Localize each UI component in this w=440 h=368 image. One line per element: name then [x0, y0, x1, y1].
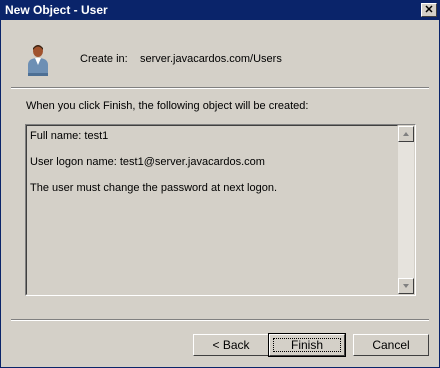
summary-box[interactable]: Full name: test1 User logon name: test1@… [25, 124, 416, 296]
create-in-label: Create in: [80, 53, 128, 65]
create-in-path: server.javacardos.com/Users [140, 53, 282, 65]
scroll-down-button[interactable] [398, 278, 414, 294]
bottom-separator [11, 319, 429, 321]
finish-button[interactable]: Finish [268, 333, 346, 357]
summary-text-area[interactable]: Full name: test1 User logon name: test1@… [26, 125, 398, 295]
arrow-down-icon [403, 284, 409, 288]
summary-password-note: The user must change the password at nex… [30, 182, 278, 194]
arrow-up-icon [403, 132, 409, 136]
top-separator [11, 87, 429, 89]
dialog-title: New Object - User [5, 3, 108, 17]
user-icon [28, 45, 48, 76]
back-button[interactable]: < Back [193, 334, 269, 356]
summary-logon-name: User logon name: test1@server.javacardos… [30, 156, 265, 168]
close-button[interactable]: ✕ [421, 3, 437, 17]
instruction-text: When you click Finish, the following obj… [26, 100, 309, 112]
summary-full-name: Full name: test1 [30, 130, 109, 142]
close-icon: ✕ [424, 4, 434, 16]
vertical-scrollbar[interactable] [398, 126, 414, 294]
new-object-user-dialog: New Object - User ✕ Create in: server.ja… [0, 0, 440, 368]
focus-rect [273, 338, 341, 352]
title-bar[interactable]: New Object - User ✕ [1, 1, 439, 20]
cancel-button[interactable]: Cancel [353, 334, 429, 356]
scroll-up-button[interactable] [398, 126, 414, 142]
